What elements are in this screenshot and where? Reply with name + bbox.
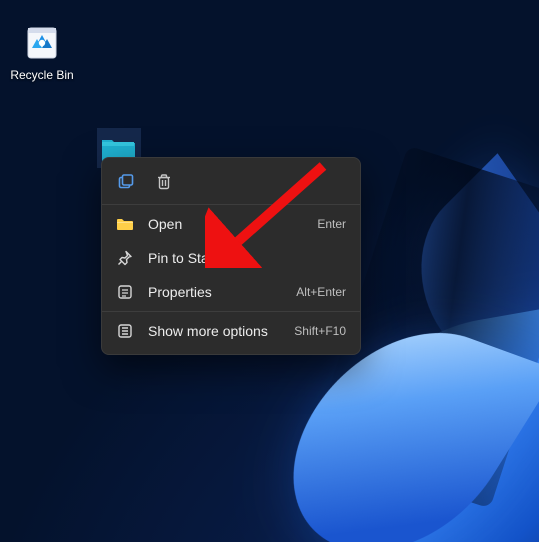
menu-item-pin-to-start[interactable]: Pin to Start (102, 241, 360, 275)
menu-item-shortcut: Enter (317, 217, 346, 231)
menu-separator (102, 204, 360, 205)
open-in-new-window-icon[interactable] (116, 172, 136, 192)
pin-icon (116, 249, 134, 267)
menu-item-properties[interactable]: Properties Alt+Enter (102, 275, 360, 309)
menu-separator (102, 311, 360, 312)
properties-icon (116, 283, 134, 301)
desktop-icon-label: Recycle Bin (10, 68, 73, 82)
desktop-icon-recycle-bin[interactable]: Recycle Bin (5, 20, 79, 82)
menu-item-shortcut: Shift+F10 (294, 324, 346, 338)
menu-item-open[interactable]: Open Enter (102, 207, 360, 241)
menu-item-label: Show more options (148, 323, 280, 339)
menu-item-label: Pin to Start (148, 250, 332, 266)
menu-item-show-more-options[interactable]: Show more options Shift+F10 (102, 314, 360, 348)
more-options-icon (116, 322, 134, 340)
folder-icon (116, 215, 134, 233)
menu-item-label: Open (148, 216, 303, 232)
delete-icon[interactable] (154, 172, 174, 192)
context-menu: Open Enter Pin to Start Properties Alt+E… (101, 157, 361, 355)
menu-item-shortcut: Alt+Enter (296, 285, 346, 299)
context-menu-top-actions (102, 164, 360, 202)
recycle-bin-icon (20, 20, 64, 64)
menu-item-label: Properties (148, 284, 282, 300)
